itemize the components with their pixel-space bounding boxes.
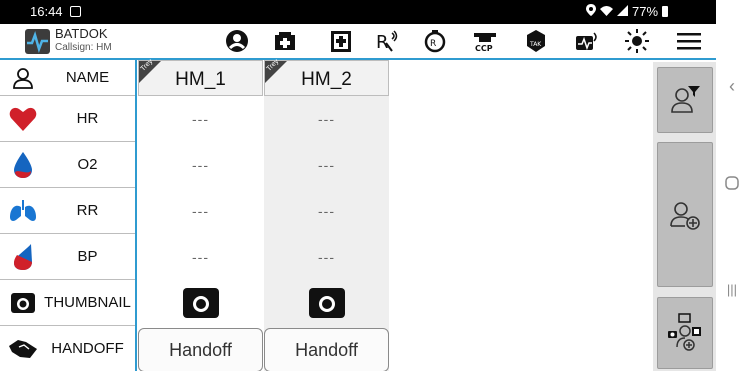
patient-column-2[interactable]: Trey HM_2 --- --- --- --- Handoff [264, 58, 389, 371]
lungs-icon [8, 197, 38, 225]
add-patient-button[interactable] [657, 142, 713, 287]
vitals-label-column: NAME HR O2 RR BP THUMBNAIL HANDOFF [0, 60, 137, 371]
handshake-icon [8, 335, 38, 363]
blood-drop-icon [8, 151, 38, 179]
patient-header-1[interactable]: Trey HM_1 [138, 58, 263, 96]
battery-percent: 77% [632, 4, 659, 19]
menu-icon[interactable] [674, 27, 704, 55]
filter-person-icon [671, 86, 700, 113]
camera-icon [8, 289, 38, 317]
label-row-bp: BP [0, 234, 135, 280]
medkit-icon[interactable] [326, 27, 356, 55]
label-row-thumbnail: THUMBNAIL [0, 280, 135, 326]
location-icon [586, 4, 596, 19]
handoff-button[interactable]: Handoff [264, 328, 389, 371]
callsign-label: Callsign: HM [55, 42, 112, 53]
label-row-o2: O2 [0, 142, 135, 188]
patient-name: HM_1 [175, 69, 226, 90]
import-patient-icon [668, 313, 701, 351]
hospital-icon[interactable] [270, 27, 300, 55]
svg-text:R: R [376, 32, 389, 53]
patient-header-2[interactable]: Trey HM_2 [264, 58, 389, 96]
screen: 16:44 77% BATDOK Callsign: HM R R CCP TA… [0, 0, 748, 371]
status-time: 16:44 [30, 4, 63, 19]
svg-text:CCP: CCP [475, 44, 493, 53]
vitals-signal-icon[interactable] [572, 27, 602, 55]
label-bp: BP [77, 248, 98, 265]
bp-drop-icon [8, 243, 38, 271]
svg-text:TAK: TAK [529, 41, 542, 48]
wifi-icon [600, 4, 613, 19]
brightness-icon[interactable] [622, 27, 652, 55]
label-thumbnail: THUMBNAIL [44, 294, 131, 311]
camera-icon [308, 288, 345, 318]
rx-icon[interactable]: R [372, 27, 402, 55]
ccp-icon[interactable]: CCP [470, 27, 500, 55]
camera-icon [182, 288, 219, 318]
account-icon[interactable] [222, 27, 252, 55]
patient-o2-value: --- [318, 157, 335, 173]
patient-rr-value: --- [192, 203, 209, 219]
system-nav-bar: ‹ ||| [716, 24, 748, 371]
app-title: BATDOK [55, 26, 108, 41]
label-row-rr: RR [0, 188, 135, 234]
action-panel [653, 62, 716, 371]
label-row-hr: HR [0, 96, 135, 142]
patient-thumbnail-button[interactable] [264, 280, 389, 326]
timer-icon[interactable]: R [420, 27, 450, 55]
import-patient-button[interactable] [657, 297, 713, 369]
label-o2: O2 [77, 156, 98, 173]
patient-bp-value: --- [318, 249, 335, 265]
person-outline-icon [8, 64, 38, 92]
notification-icon [70, 6, 81, 17]
filter-patients-button[interactable] [657, 67, 713, 133]
heart-icon [8, 105, 38, 133]
patient-o2-value: --- [192, 157, 209, 173]
patient-column-1[interactable]: Trey HM_1 --- --- --- --- Handoff [138, 58, 263, 371]
label-rr: RR [76, 202, 99, 219]
patient-rr-value: --- [318, 203, 335, 219]
signal-icon [617, 4, 628, 19]
svg-text:R: R [430, 39, 436, 49]
add-person-icon [670, 201, 700, 230]
label-name: NAME [65, 69, 110, 86]
label-hr: HR [76, 110, 99, 127]
back-nav-icon[interactable]: ‹ [716, 76, 748, 97]
battery-icon [662, 6, 669, 17]
batdok-logo-icon [25, 29, 50, 54]
patient-hr-value: --- [318, 111, 335, 127]
patient-name: HM_2 [301, 69, 352, 90]
app-bar: BATDOK Callsign: HM R R CCP TAK [0, 24, 716, 60]
label-handoff: HANDOFF [51, 340, 124, 357]
status-right: 77% [586, 4, 669, 19]
patient-thumbnail-button[interactable] [138, 280, 263, 326]
status-bar: 16:44 77% [0, 0, 716, 24]
patient-hr-value: --- [192, 111, 209, 127]
tak-icon[interactable]: TAK [521, 27, 551, 55]
label-row-handoff: HANDOFF [0, 326, 135, 371]
home-nav-icon[interactable] [716, 176, 748, 195]
recents-nav-icon[interactable]: ||| [716, 282, 748, 297]
handoff-button[interactable]: Handoff [138, 328, 263, 371]
label-row-name: NAME [0, 60, 135, 96]
patient-bp-value: --- [192, 249, 209, 265]
